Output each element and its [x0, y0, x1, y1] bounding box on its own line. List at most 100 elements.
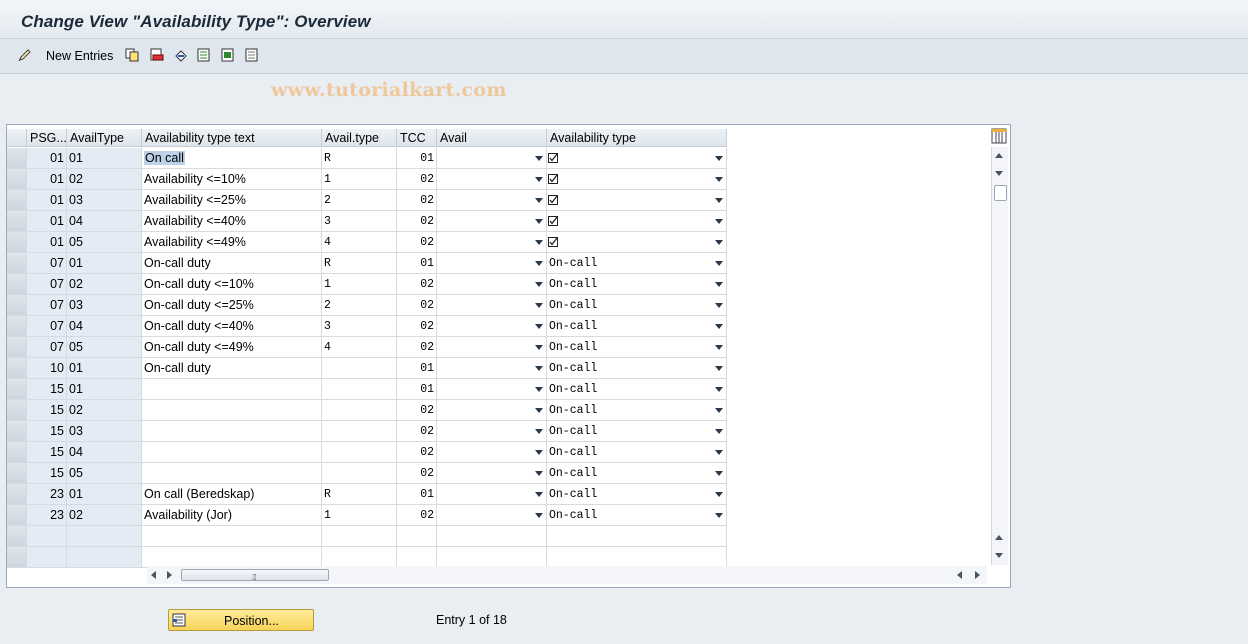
- dropdown-arrow-icon[interactable]: [535, 387, 543, 392]
- avail-dropdown[interactable]: [437, 505, 547, 526]
- cell-tcc[interactable]: 02: [397, 421, 437, 442]
- dropdown-arrow-icon[interactable]: [535, 429, 543, 434]
- avail-dropdown[interactable]: [437, 463, 547, 484]
- dropdown-arrow-icon[interactable]: [535, 366, 543, 371]
- cell-tcc[interactable]: 01: [397, 484, 437, 505]
- cell-tcc[interactable]: 02: [397, 169, 437, 190]
- availability-type-dropdown[interactable]: On-call: [547, 274, 727, 295]
- cell-tcc[interactable]: 02: [397, 274, 437, 295]
- row-selector[interactable]: [7, 400, 27, 421]
- table-row[interactable]: 01 05 Availability <=49% 4 02: [7, 232, 727, 253]
- avail-dropdown[interactable]: [437, 316, 547, 337]
- row-selector[interactable]: [7, 421, 27, 442]
- avail-dropdown[interactable]: [437, 232, 547, 253]
- dropdown-arrow-icon[interactable]: [715, 324, 723, 329]
- dropdown-arrow-icon[interactable]: [535, 513, 543, 518]
- table-row[interactable]: 07 04 On-call duty <=40% 3 02 On-call: [7, 316, 727, 337]
- cell-avail-type[interactable]: 2: [322, 295, 397, 316]
- cell-avail-type[interactable]: R: [322, 148, 397, 169]
- availability-type-dropdown[interactable]: On-call: [547, 421, 727, 442]
- availability-type-dropdown[interactable]: [547, 190, 727, 211]
- availability-type-dropdown[interactable]: [547, 169, 727, 190]
- cell-availability-type-text[interactable]: On-call duty: [142, 253, 322, 274]
- cell-availability-type-text[interactable]: [142, 442, 322, 463]
- header-availtype[interactable]: AvailType: [67, 129, 142, 147]
- table-row[interactable]: 10 01 On-call duty 01 On-call: [7, 358, 727, 379]
- cell-avail-type[interactable]: 1: [322, 505, 397, 526]
- dropdown-arrow-icon[interactable]: [535, 471, 543, 476]
- cell-tcc[interactable]: 01: [397, 358, 437, 379]
- row-selector[interactable]: [7, 274, 27, 295]
- header-tcc[interactable]: TCC: [397, 129, 437, 147]
- cell-availability-type-text[interactable]: On call (Beredskap): [142, 484, 322, 505]
- row-selector[interactable]: [7, 232, 27, 253]
- cell-avail-type[interactable]: 2: [322, 190, 397, 211]
- dropdown-arrow-icon[interactable]: [535, 492, 543, 497]
- header-avail[interactable]: Avail: [437, 129, 547, 147]
- availability-type-dropdown[interactable]: [547, 526, 727, 547]
- cell-avail-type[interactable]: 3: [322, 211, 397, 232]
- copy-icon[interactable]: [125, 48, 139, 62]
- cell-tcc[interactable]: 02: [397, 442, 437, 463]
- cell-avail-type[interactable]: 4: [322, 232, 397, 253]
- cell-avail-type[interactable]: [322, 442, 397, 463]
- row-selector[interactable]: [7, 337, 27, 358]
- scroll-down-icon[interactable]: [995, 171, 1003, 176]
- dropdown-arrow-icon[interactable]: [715, 513, 723, 518]
- row-selector[interactable]: [7, 190, 27, 211]
- dropdown-arrow-icon[interactable]: [715, 198, 723, 203]
- cell-tcc[interactable]: 02: [397, 190, 437, 211]
- row-selector[interactable]: [7, 358, 27, 379]
- select-block-icon[interactable]: [221, 48, 235, 62]
- cell-availability-type-text[interactable]: Availability (Jor): [142, 505, 322, 526]
- scroll-left-end-icon[interactable]: [957, 571, 962, 579]
- table-row[interactable]: 15 04 02 On-call: [7, 442, 727, 463]
- avail-dropdown[interactable]: [437, 421, 547, 442]
- dropdown-arrow-icon[interactable]: [715, 303, 723, 308]
- availability-type-dropdown[interactable]: On-call: [547, 337, 727, 358]
- dropdown-arrow-icon[interactable]: [535, 303, 543, 308]
- cell-tcc[interactable]: 02: [397, 211, 437, 232]
- cell-tcc[interactable]: 02: [397, 400, 437, 421]
- change-pencil-icon[interactable]: [18, 48, 32, 62]
- cell-availability-type-text[interactable]: Availability <=40%: [142, 211, 322, 232]
- row-selector[interactable]: [7, 316, 27, 337]
- avail-dropdown[interactable]: [437, 442, 547, 463]
- availability-type-dropdown[interactable]: On-call: [547, 295, 727, 316]
- dropdown-arrow-icon[interactable]: [715, 282, 723, 287]
- empty-table-row[interactable]: [7, 526, 727, 547]
- dropdown-arrow-icon[interactable]: [535, 261, 543, 266]
- availability-type-dropdown[interactable]: [547, 148, 727, 169]
- scroll-page-down-icon[interactable]: [995, 553, 1003, 558]
- table-row[interactable]: 15 02 02 On-call: [7, 400, 727, 421]
- dropdown-arrow-icon[interactable]: [715, 429, 723, 434]
- table-row[interactable]: 15 03 02 On-call: [7, 421, 727, 442]
- cell-avail-type[interactable]: 1: [322, 274, 397, 295]
- dropdown-arrow-icon[interactable]: [715, 345, 723, 350]
- availability-type-dropdown[interactable]: On-call: [547, 253, 727, 274]
- cell-tcc[interactable]: 02: [397, 337, 437, 358]
- scroll-up-icon[interactable]: [995, 153, 1003, 158]
- new-entries-button[interactable]: New Entries: [46, 47, 113, 65]
- dropdown-arrow-icon[interactable]: [715, 156, 723, 161]
- cell-tcc[interactable]: 02: [397, 463, 437, 484]
- dropdown-arrow-icon[interactable]: [715, 219, 723, 224]
- row-selector[interactable]: [7, 547, 27, 568]
- cell-avail-type[interactable]: [322, 547, 397, 568]
- dropdown-arrow-icon[interactable]: [535, 156, 543, 161]
- cell-availability-type-text[interactable]: [142, 400, 322, 421]
- empty-table-row[interactable]: [7, 547, 727, 568]
- dropdown-arrow-icon[interactable]: [715, 492, 723, 497]
- table-row[interactable]: 01 04 Availability <=40% 3 02: [7, 211, 727, 232]
- row-selector[interactable]: [7, 463, 27, 484]
- avail-dropdown[interactable]: [437, 169, 547, 190]
- dropdown-arrow-icon[interactable]: [715, 387, 723, 392]
- avail-dropdown[interactable]: [437, 274, 547, 295]
- dropdown-arrow-icon[interactable]: [715, 261, 723, 266]
- header-availability-type-text[interactable]: Availability type text: [142, 129, 322, 147]
- avail-dropdown[interactable]: [437, 379, 547, 400]
- cell-availability-type-text[interactable]: [142, 463, 322, 484]
- cell-tcc[interactable]: 02: [397, 505, 437, 526]
- cell-avail-type[interactable]: 3: [322, 316, 397, 337]
- table-row[interactable]: 07 02 On-call duty <=10% 1 02 On-call: [7, 274, 727, 295]
